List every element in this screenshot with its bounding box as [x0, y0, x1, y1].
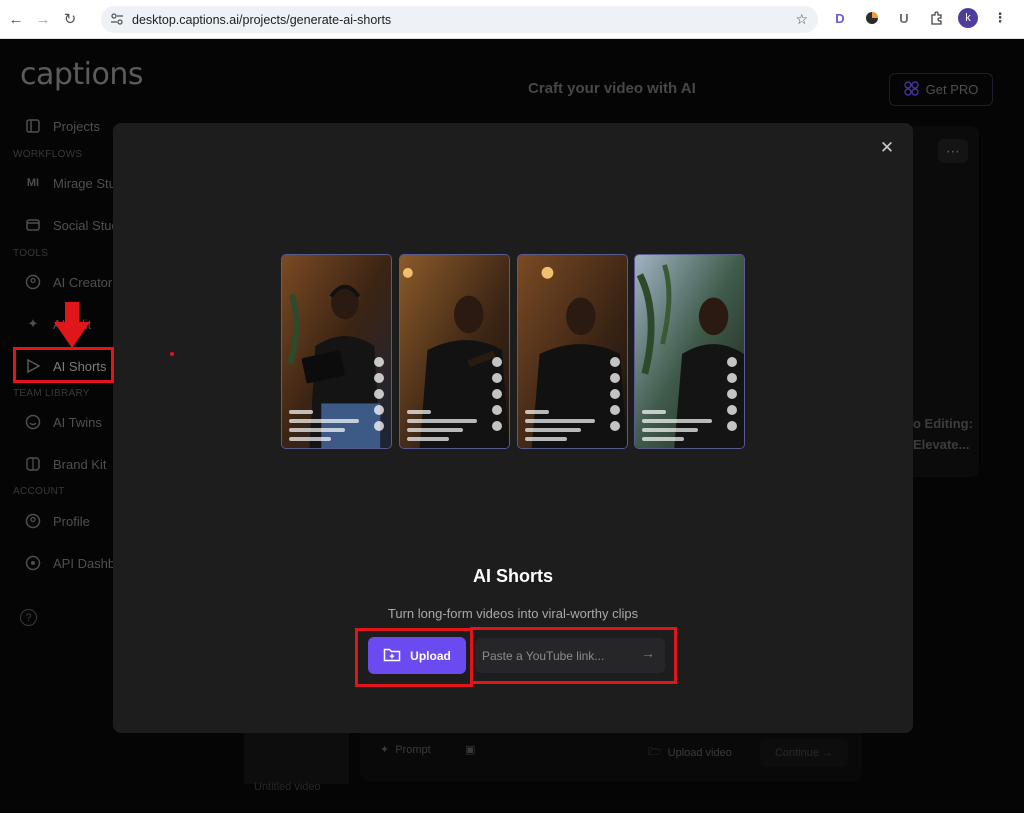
- forward-icon[interactable]: →: [32, 8, 54, 30]
- extensions-area: D U k ⋮: [830, 8, 1010, 28]
- back-icon[interactable]: ←: [5, 8, 27, 30]
- preview-clip-2: [399, 254, 510, 449]
- extension-circle-icon[interactable]: [862, 8, 882, 28]
- highlight-youtube-input: [470, 627, 677, 684]
- preview-clip-3: [517, 254, 628, 449]
- highlight-upload: [355, 628, 473, 687]
- preview-clip-1: [281, 254, 392, 449]
- extension-u-icon[interactable]: U: [894, 8, 914, 28]
- profile-avatar[interactable]: k: [958, 8, 978, 28]
- modal-subtitle: Turn long-form videos into viral-worthy …: [387, 606, 639, 621]
- address-bar[interactable]: desktop.captions.ai/projects/generate-ai…: [101, 6, 818, 33]
- extensions-puzzle-icon[interactable]: [926, 8, 946, 28]
- bookmark-star-icon[interactable]: ☆: [795, 11, 808, 28]
- reload-icon[interactable]: ↻: [59, 8, 81, 30]
- site-info-icon[interactable]: [110, 12, 124, 26]
- highlight-ai-shorts: [13, 347, 114, 383]
- browser-menu-icon[interactable]: ⋮: [990, 8, 1010, 28]
- extension-d-icon[interactable]: D: [830, 8, 850, 28]
- browser-toolbar: ← → ↻ desktop.captions.ai/projects/gener…: [0, 0, 1024, 39]
- url-text: desktop.captions.ai/projects/generate-ai…: [132, 12, 392, 27]
- red-dot: [170, 352, 174, 356]
- close-icon[interactable]: ✕: [878, 138, 896, 157]
- red-arrow-down-icon: [54, 302, 90, 348]
- modal-title: AI Shorts: [472, 566, 553, 586]
- preview-clip-4: [634, 254, 745, 449]
